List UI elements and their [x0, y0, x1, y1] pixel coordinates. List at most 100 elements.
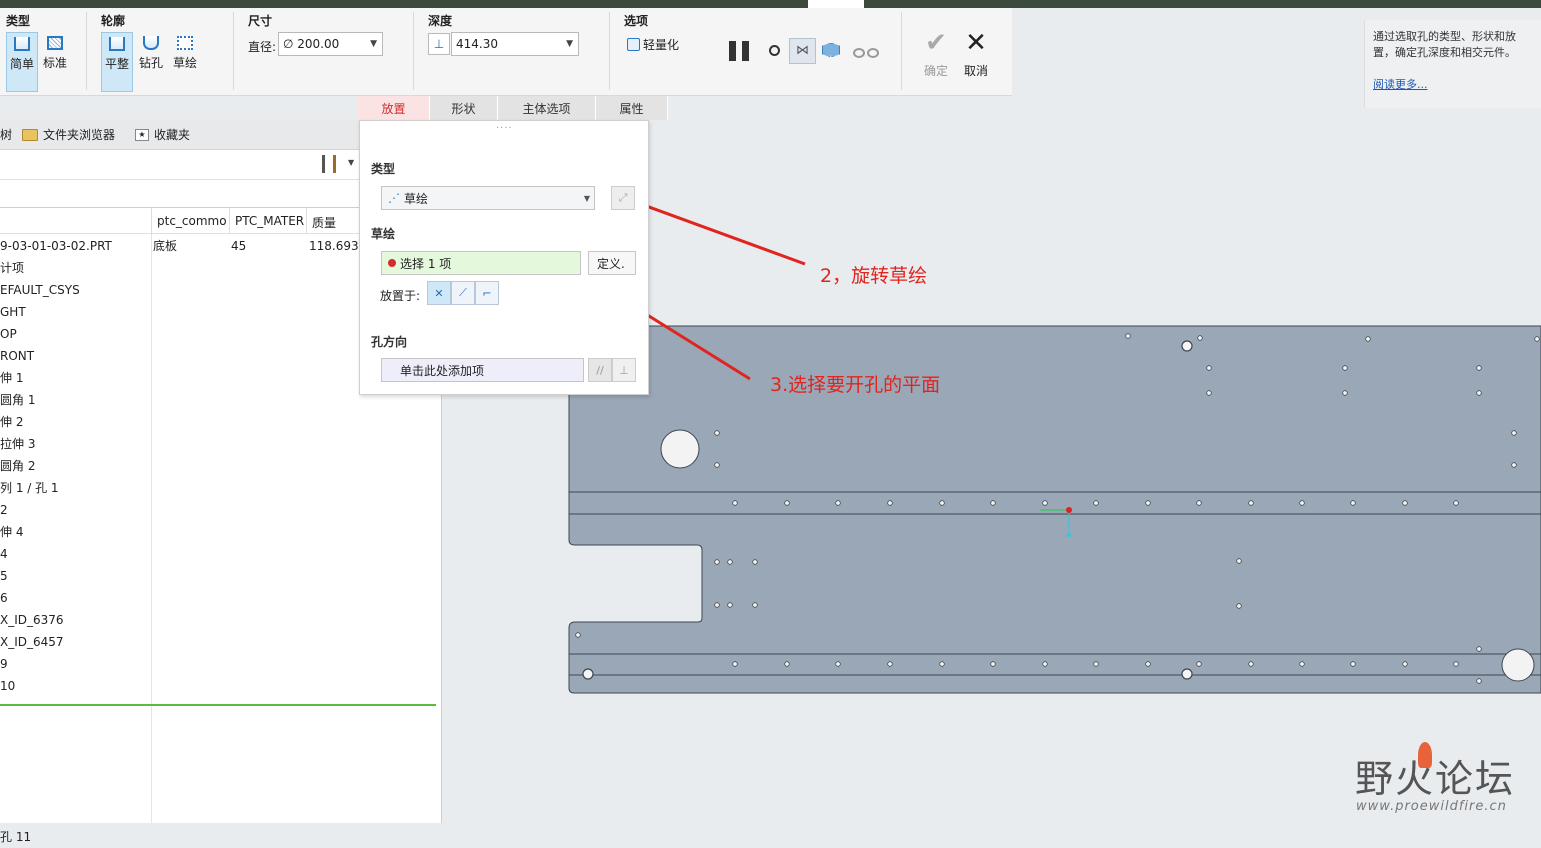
type-value: 草绘: [404, 191, 429, 206]
simple-hole-button[interactable]: 简单: [6, 32, 38, 92]
watermark-url: www.proewildfire.cn: [1356, 799, 1507, 814]
place-on-line-icon[interactable]: ⟋: [451, 281, 475, 305]
depth-combo[interactable]: 414.30 ▼: [451, 32, 579, 56]
tree-row[interactable]: 伸 4: [0, 521, 440, 543]
parallel-icon[interactable]: //: [588, 358, 612, 382]
perpendicular-icon[interactable]: ⊥: [612, 358, 636, 382]
tree-row[interactable]: 10: [0, 675, 440, 697]
tree-row[interactable]: X_ID_6376: [0, 609, 440, 631]
tree-row[interactable]: 圆角 2: [0, 455, 440, 477]
cancel-x-icon[interactable]: ✕: [960, 28, 992, 58]
define-button[interactable]: 定义.: [588, 251, 636, 275]
tree-row[interactable]: 9: [0, 653, 440, 675]
drag-handle-icon[interactable]: ····: [496, 123, 513, 134]
place-on-label: 放置于:: [380, 289, 421, 303]
direction-label: 孔方向: [371, 335, 408, 349]
small-hole: [835, 661, 841, 667]
tree-row[interactable]: 2: [0, 499, 440, 521]
tree-row[interactable]: 伸 2: [0, 411, 440, 433]
ok-button-label[interactable]: 确定: [915, 62, 957, 79]
chevron-down-icon: ▼: [566, 39, 573, 49]
preview-geometry-icon[interactable]: ⋈: [789, 38, 816, 64]
diameter-combo[interactable]: ∅ 200.00 ▼: [278, 32, 383, 56]
column-ptc-common[interactable]: ptc_commo: [157, 214, 227, 228]
small-hole: [752, 602, 758, 608]
small-hole: [714, 462, 720, 468]
tools-icon[interactable]: [322, 155, 336, 173]
direction-collector[interactable]: 单击此处添加项: [381, 358, 584, 382]
tab-tree[interactable]: 树: [0, 126, 12, 143]
tab-favorites[interactable]: ★ 收藏夹: [125, 126, 200, 143]
tree-row-last[interactable]: 孔 11: [0, 826, 441, 848]
separator: [86, 12, 87, 90]
flat-profile-label: 平整: [104, 57, 129, 71]
tree-row[interactable]: 6: [0, 587, 440, 609]
small-hole: [732, 661, 738, 667]
insert-indicator: [0, 704, 436, 706]
small-hole: [887, 500, 893, 506]
column-ptc-material[interactable]: PTC_MATER: [235, 214, 305, 228]
drill-profile-button[interactable]: 钻孔: [136, 32, 166, 92]
large-hole: [660, 429, 700, 469]
tab-tree-label: 树: [0, 128, 12, 142]
chevron-down-icon[interactable]: ▼: [348, 158, 354, 167]
help-tip: 通过选取孔的类型、形状和放置，确定孔深度和相交元件。 阅读更多...: [1364, 20, 1541, 108]
tab-body-options[interactable]: 主体选项: [498, 96, 596, 120]
place-on-corner-icon[interactable]: ⌐: [475, 281, 499, 305]
title-bar: [0, 0, 1541, 8]
small-hole: [1299, 661, 1305, 667]
sketch-profile-button[interactable]: 草绘: [170, 32, 200, 92]
lightweight-label: 轻量化: [643, 38, 680, 52]
verify-icon[interactable]: [822, 43, 840, 57]
lightweight-icon: [627, 38, 640, 51]
small-hole: [939, 500, 945, 506]
small-hole: [1236, 603, 1242, 609]
ring-hole: [1181, 668, 1193, 680]
tab-folder-browser[interactable]: 文件夹浏览器: [12, 126, 125, 143]
separator: [233, 12, 234, 90]
tree-root-common: 底板: [153, 239, 178, 253]
tree-row[interactable]: 列 1 / 孔 1: [0, 477, 440, 499]
diameter-label: 直径:: [248, 40, 277, 54]
pause-icon[interactable]: [729, 41, 736, 61]
sketch-selector-value: 选择 1 项: [400, 256, 452, 271]
cancel-button-label[interactable]: 取消: [955, 62, 997, 79]
column-mass[interactable]: 质量: [312, 214, 336, 231]
no-preview-icon[interactable]: [769, 45, 780, 56]
flat-profile-icon: [109, 37, 125, 51]
simple-hole-label: 简单: [9, 57, 34, 71]
tab-properties[interactable]: 属性: [596, 96, 668, 120]
sketch-dots-icon: ⋰: [388, 191, 400, 205]
tab-placement[interactable]: 放置: [358, 96, 430, 120]
sketch-selector[interactable]: 选择 1 项: [381, 251, 581, 275]
place-on-point-icon[interactable]: ✕: [427, 281, 451, 305]
glasses-icon[interactable]: [853, 48, 865, 58]
read-more-link[interactable]: 阅读更多...: [1373, 78, 1428, 91]
diameter-value: ∅ 200.00: [283, 37, 340, 51]
standard-hole-button[interactable]: 标准: [40, 32, 70, 92]
depth-type-icon[interactable]: ⊥: [428, 33, 450, 55]
tree-row[interactable]: 4: [0, 543, 440, 565]
tree-row[interactable]: 拉伸 3: [0, 433, 440, 455]
glasses-icon-lens: [867, 48, 879, 58]
type-field[interactable]: ⋰ 草绘 ▼: [381, 186, 595, 210]
small-hole: [784, 500, 790, 506]
small-hole: [1206, 390, 1212, 396]
standard-hole-label: 标准: [42, 56, 67, 70]
sketch-profile-icon: [177, 36, 193, 50]
tab-shape[interactable]: 形状: [430, 96, 498, 120]
lightweight-toggle[interactable]: 轻量化: [627, 36, 679, 53]
ok-check-icon[interactable]: ✔: [920, 28, 952, 58]
small-hole: [714, 430, 720, 436]
column-divider: [306, 208, 307, 234]
tree-root-name: 9-03-01-03-02.PRT: [0, 239, 112, 253]
tree-row[interactable]: X_ID_6457: [0, 631, 440, 653]
tree-root-material: 45: [231, 239, 247, 253]
small-hole: [990, 500, 996, 506]
flat-profile-button[interactable]: 平整: [101, 32, 133, 92]
edit-sketch-icon[interactable]: ⤢: [611, 186, 635, 210]
column-divider: [151, 208, 152, 234]
small-hole: [732, 500, 738, 506]
tree-row[interactable]: 5: [0, 565, 440, 587]
small-hole: [1093, 661, 1099, 667]
